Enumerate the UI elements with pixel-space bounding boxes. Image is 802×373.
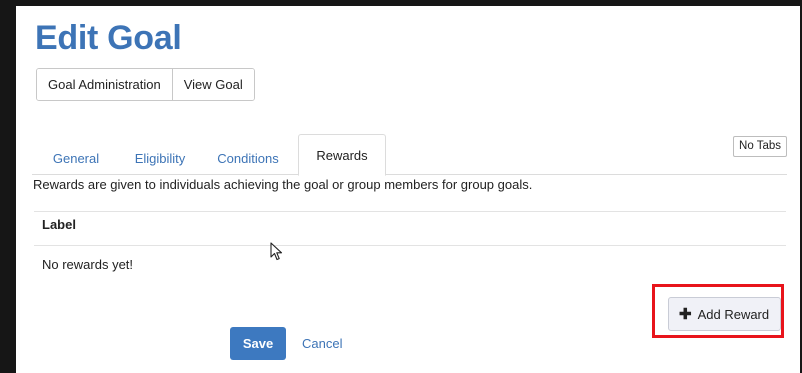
save-button[interactable]: Save — [230, 327, 286, 360]
tabs-divider — [32, 174, 787, 175]
view-goal-button[interactable]: View Goal — [171, 69, 254, 100]
plus-icon: ✚ — [679, 305, 692, 323]
cancel-link[interactable]: Cancel — [302, 336, 342, 351]
table-top-border — [34, 211, 786, 212]
column-header-label: Label — [42, 217, 76, 232]
empty-rewards-message: No rewards yet! — [42, 257, 134, 272]
no-tabs-button[interactable]: No Tabs — [733, 136, 787, 157]
add-reward-button[interactable]: ✚ Add Reward — [668, 297, 782, 331]
mouse-cursor-icon — [270, 242, 283, 261]
rewards-description: Rewards are given to individuals achievi… — [33, 177, 533, 192]
goal-administration-button[interactable]: Goal Administration — [37, 69, 172, 100]
page-title: Edit Goal — [35, 19, 182, 57]
tab-general[interactable]: General — [36, 143, 116, 174]
tab-eligibility[interactable]: Eligibility — [121, 143, 199, 174]
table-header-border — [34, 245, 786, 246]
page-frame: Edit Goal Goal Administration View Goal … — [16, 6, 800, 373]
tab-rewards[interactable]: Rewards — [298, 134, 386, 176]
goal-nav-button-group: Goal Administration View Goal — [36, 68, 255, 101]
add-reward-label: Add Reward — [697, 306, 770, 322]
tab-conditions[interactable]: Conditions — [206, 143, 290, 174]
